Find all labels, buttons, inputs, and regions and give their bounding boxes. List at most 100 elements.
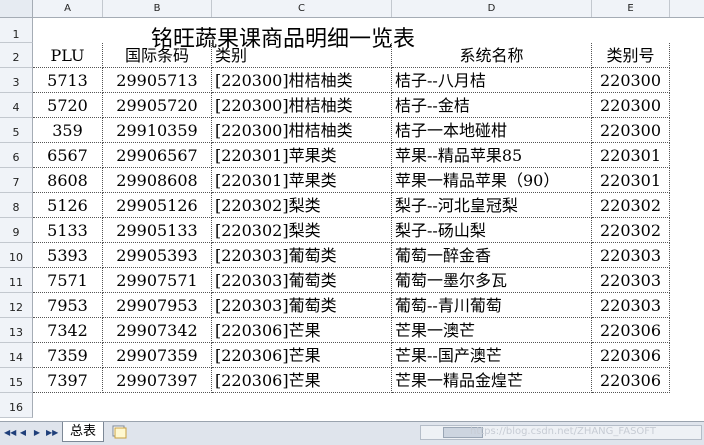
row-header[interactable]: 15 — [0, 368, 33, 393]
row-header[interactable]: 12 — [0, 293, 33, 318]
row-header[interactable]: 2 — [0, 43, 33, 68]
table-cell[interactable]: 5720 — [33, 93, 103, 118]
table-cell[interactable]: 7571 — [33, 268, 103, 293]
last-sheet-icon[interactable]: ▶▶ — [46, 427, 58, 439]
table-cell[interactable]: 220301 — [592, 168, 670, 193]
row-header[interactable]: 9 — [0, 218, 33, 243]
table-cell[interactable]: [220301]苹果类 — [212, 143, 392, 168]
table-cell[interactable]: 220303 — [592, 293, 670, 318]
table-cell[interactable]: [220300]柑桔柚类 — [212, 93, 392, 118]
table-cell[interactable]: 220306 — [592, 343, 670, 368]
table-cell[interactable]: 29906567 — [103, 143, 212, 168]
table-cell[interactable]: 7342 — [33, 318, 103, 343]
table-cell[interactable]: 梨子--砀山梨 — [392, 218, 592, 243]
sheet-tab-summary[interactable]: 总表 — [62, 422, 105, 442]
table-cell[interactable]: 220302 — [592, 218, 670, 243]
table-cell[interactable]: 29907397 — [103, 368, 212, 393]
row-header[interactable]: 13 — [0, 318, 33, 343]
table-cell[interactable]: [220306]芒果 — [212, 318, 392, 343]
column-header-d[interactable]: D — [392, 0, 592, 17]
table-cell[interactable]: [220303]葡萄类 — [212, 293, 392, 318]
table-cell[interactable]: 梨子--河北皇冠梨 — [392, 193, 592, 218]
spreadsheet-grid: A B C D E 1 2 3 4 5 6 7 8 9 10 11 12 13 14 15 16 PLU 国际条码… — [0, 0, 704, 421]
table-cell[interactable]: 芒果一精品金煌芒 — [392, 368, 592, 393]
first-sheet-icon[interactable]: ◀◀ — [4, 427, 16, 439]
table-cell[interactable]: [220302]梨类 — [212, 193, 392, 218]
table-cell[interactable]: [220303]葡萄类 — [212, 243, 392, 268]
table-cell[interactable]: 220306 — [592, 368, 670, 393]
sheet-title[interactable]: 铭旺蔬果课商品明细一览表 — [151, 21, 415, 53]
table-cell[interactable]: 29905126 — [103, 193, 212, 218]
table-cell[interactable]: 220306 — [592, 318, 670, 343]
row-header[interactable]: 5 — [0, 118, 33, 143]
table-cell[interactable]: 220300 — [592, 118, 670, 143]
column-label-cell[interactable]: 类别号 — [592, 43, 670, 68]
table-cell[interactable]: 葡萄一醉金香 — [392, 243, 592, 268]
table-cell[interactable]: 220301 — [592, 143, 670, 168]
table-cell[interactable]: 5393 — [33, 243, 103, 268]
table-cell[interactable]: 7359 — [33, 343, 103, 368]
table-cell[interactable]: 5713 — [33, 68, 103, 93]
table-cell[interactable]: 359 — [33, 118, 103, 143]
table-cell[interactable]: 5133 — [33, 218, 103, 243]
column-header-bar: A B C D E — [0, 0, 704, 18]
row-header[interactable]: 14 — [0, 343, 33, 368]
table-cell[interactable]: [220302]梨类 — [212, 218, 392, 243]
table-cell[interactable]: 桔子一本地碰柑 — [392, 118, 592, 143]
select-all-corner[interactable] — [0, 0, 33, 17]
column-label-cell[interactable]: 系统名称 — [392, 43, 592, 68]
table-cell[interactable]: 7397 — [33, 368, 103, 393]
table-cell[interactable]: [220306]芒果 — [212, 368, 392, 393]
table-cell[interactable]: 29905713 — [103, 68, 212, 93]
table-cell[interactable]: 桔子--金桔 — [392, 93, 592, 118]
row-header[interactable]: 8 — [0, 193, 33, 218]
column-header-a[interactable]: A — [33, 0, 103, 17]
table-cell[interactable]: 29907342 — [103, 318, 212, 343]
row-header[interactable]: 16 — [0, 393, 33, 418]
next-sheet-icon[interactable]: ▶ — [32, 427, 42, 439]
table-cell[interactable]: 220303 — [592, 268, 670, 293]
table-cell[interactable]: 29907571 — [103, 268, 212, 293]
table-cell[interactable]: 29908608 — [103, 168, 212, 193]
table-cell[interactable]: 葡萄一墨尔多瓦 — [392, 268, 592, 293]
column-header-e[interactable]: E — [592, 0, 670, 17]
table-cell[interactable]: 220302 — [592, 193, 670, 218]
table-cell[interactable]: 220303 — [592, 243, 670, 268]
table-cell[interactable]: 5126 — [33, 193, 103, 218]
table-cell[interactable]: 29905393 — [103, 243, 212, 268]
table-cell[interactable]: [220301]苹果类 — [212, 168, 392, 193]
row-header[interactable]: 1 — [0, 18, 33, 43]
table-cell[interactable]: 苹果一精品苹果（90） — [392, 168, 592, 193]
column-header-b[interactable]: B — [103, 0, 212, 17]
row-header[interactable]: 10 — [0, 243, 33, 268]
column-header-c[interactable]: C — [212, 0, 392, 17]
prev-sheet-icon[interactable]: ◀ — [18, 427, 28, 439]
row-header[interactable]: 11 — [0, 268, 33, 293]
row-header[interactable]: 6 — [0, 143, 33, 168]
table-cell[interactable]: 桔子--八月桔 — [392, 68, 592, 93]
row-header[interactable]: 3 — [0, 68, 33, 93]
row-header[interactable]: 7 — [0, 168, 33, 193]
table-cell[interactable]: [220300]柑桔柚类 — [212, 68, 392, 93]
table-cell[interactable]: 芒果--国产澳芒 — [392, 343, 592, 368]
table-cell[interactable]: 29905133 — [103, 218, 212, 243]
table-cell[interactable]: 苹果--精品苹果85 — [392, 143, 592, 168]
table-cell[interactable]: 8608 — [33, 168, 103, 193]
column-label-cell[interactable]: PLU — [33, 43, 103, 68]
table-cell[interactable]: 葡萄--青川葡萄 — [392, 293, 592, 318]
table-cell[interactable]: [220303]葡萄类 — [212, 268, 392, 293]
table-cell[interactable]: 7953 — [33, 293, 103, 318]
table-cell[interactable]: 芒果一澳芒 — [392, 318, 592, 343]
table-cell[interactable]: [220300]柑桔柚类 — [212, 118, 392, 143]
insert-sheet-icon[interactable] — [110, 424, 130, 439]
table-cell[interactable]: 29907953 — [103, 293, 212, 318]
table-cell[interactable]: 6567 — [33, 143, 103, 168]
table-cell[interactable]: 29907359 — [103, 343, 212, 368]
row-header[interactable]: 4 — [0, 93, 33, 118]
table-cell[interactable]: 220300 — [592, 93, 670, 118]
sheet-tab-bar: ◀◀ ◀ ▶ ▶▶ 总表 https://blog.csdn.net/ZHANG… — [0, 421, 704, 445]
table-cell[interactable]: 29905720 — [103, 93, 212, 118]
table-cell[interactable]: 29910359 — [103, 118, 212, 143]
table-cell[interactable]: [220306]芒果 — [212, 343, 392, 368]
table-cell[interactable]: 220300 — [592, 68, 670, 93]
